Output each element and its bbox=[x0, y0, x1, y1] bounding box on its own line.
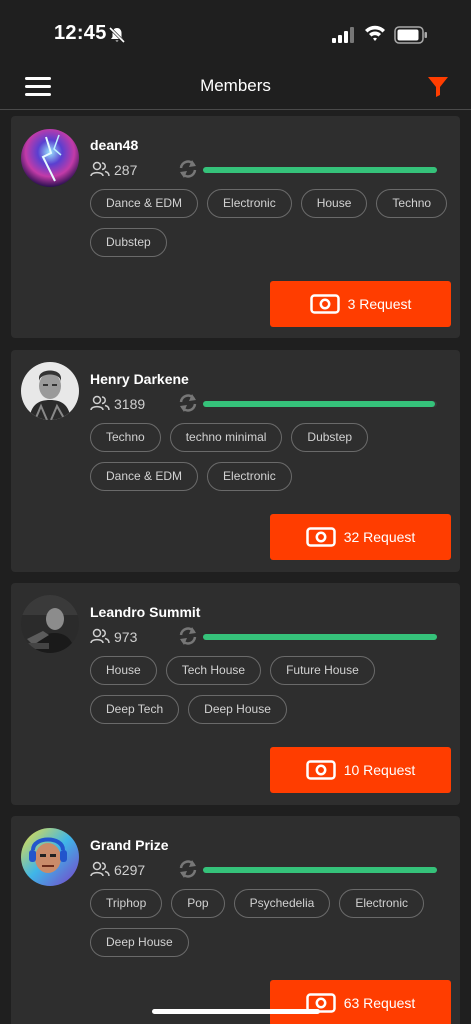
genre-tag[interactable]: Triphop bbox=[90, 889, 163, 918]
genre-tag[interactable]: Future House bbox=[270, 656, 375, 685]
request-label: 10 Request bbox=[343, 762, 416, 778]
progress-bar bbox=[203, 401, 437, 407]
avatar[interactable] bbox=[21, 828, 79, 886]
camera-icon bbox=[309, 294, 340, 314]
genre-tag[interactable]: House bbox=[90, 656, 157, 685]
camera-icon bbox=[305, 527, 336, 547]
genre-tag[interactable]: Deep House bbox=[90, 928, 189, 957]
avatar-image-icon bbox=[21, 129, 79, 187]
refresh-icon[interactable] bbox=[177, 158, 199, 180]
wifi-icon bbox=[365, 25, 385, 41]
users-icon bbox=[90, 628, 110, 644]
progress-fill bbox=[203, 867, 437, 873]
request-button[interactable]: 32 Request bbox=[270, 514, 451, 560]
request-button[interactable]: 3 Request bbox=[270, 281, 451, 327]
member-card[interactable]: dean48 287 Dance & EDM Electronic House … bbox=[11, 116, 460, 338]
genre-tags: Dance & EDM Electronic House Techno Dubs… bbox=[90, 189, 450, 257]
refresh-icon[interactable] bbox=[177, 392, 199, 414]
genre-tag[interactable]: techno minimal bbox=[169, 423, 283, 452]
follower-count: 6297 bbox=[114, 862, 146, 878]
refresh-icon[interactable] bbox=[177, 858, 199, 880]
progress-fill bbox=[203, 634, 437, 640]
genre-tag[interactable]: Dance & EDM bbox=[90, 462, 199, 491]
avatar[interactable] bbox=[21, 595, 79, 653]
genre-tag[interactable]: Pop bbox=[171, 889, 225, 918]
genre-tag[interactable]: Tech House bbox=[165, 656, 262, 685]
cellular-signal-icon bbox=[332, 27, 354, 43]
avatar[interactable] bbox=[21, 129, 79, 187]
genre-tag[interactable]: Electronic bbox=[339, 889, 425, 918]
request-label: 3 Request bbox=[347, 296, 412, 312]
genre-tag[interactable]: Deep Tech bbox=[90, 695, 180, 724]
avatar-image-icon bbox=[21, 828, 79, 886]
genre-tag[interactable]: Electronic bbox=[207, 462, 292, 491]
member-name[interactable]: Henry Darkene bbox=[90, 371, 189, 387]
progress-fill bbox=[203, 167, 437, 173]
genre-tags: Triphop Pop Psychedelia Electronic Deep … bbox=[90, 889, 450, 957]
member-name[interactable]: dean48 bbox=[90, 137, 138, 153]
progress-bar bbox=[203, 167, 437, 173]
member-card[interactable]: Leandro Summit 973 House Tech House Futu… bbox=[11, 583, 460, 805]
users-icon bbox=[90, 395, 110, 411]
page-title: Members bbox=[200, 76, 271, 95]
member-name[interactable]: Grand Prize bbox=[90, 837, 169, 853]
genre-tag[interactable]: Deep House bbox=[188, 695, 287, 724]
genre-tag[interactable]: Dubstep bbox=[291, 423, 369, 452]
bell-muted-icon bbox=[108, 26, 126, 44]
genre-tags: Techno techno minimal Dubstep Dance & ED… bbox=[90, 423, 450, 491]
filter-icon[interactable] bbox=[426, 74, 450, 98]
member-card[interactable]: Henry Darkene 3189 Techno techno minimal… bbox=[11, 350, 460, 572]
refresh-icon[interactable] bbox=[177, 625, 199, 647]
status-time: 12:45 bbox=[54, 22, 107, 44]
members-list[interactable]: dean48 287 Dance & EDM Electronic House … bbox=[11, 111, 460, 1024]
avatar-image-icon bbox=[21, 362, 79, 420]
genre-tag[interactable]: Dubstep bbox=[90, 228, 167, 257]
genre-tag[interactable]: Techno bbox=[376, 189, 448, 218]
app-header: Members bbox=[0, 60, 471, 110]
member-card[interactable]: Grand Prize 6297 Triphop Pop Psychedelia… bbox=[11, 816, 460, 1024]
status-bar: 12:45 bbox=[0, 0, 471, 66]
genre-tag[interactable]: House bbox=[300, 189, 368, 218]
request-label: 63 Request bbox=[343, 995, 416, 1011]
follower-count: 973 bbox=[114, 629, 138, 645]
progress-bar bbox=[203, 867, 437, 873]
request-label: 32 Request bbox=[343, 529, 416, 545]
genre-tags: House Tech House Future House Deep Tech … bbox=[90, 656, 450, 724]
users-icon bbox=[90, 861, 110, 877]
request-button[interactable]: 10 Request bbox=[270, 747, 451, 793]
avatar[interactable] bbox=[21, 362, 79, 420]
home-indicator[interactable] bbox=[152, 1009, 320, 1014]
genre-tag[interactable]: Dance & EDM bbox=[90, 189, 199, 218]
follower-count: 3189 bbox=[114, 396, 146, 412]
battery-icon bbox=[394, 26, 427, 44]
progress-fill bbox=[203, 401, 435, 407]
progress-bar bbox=[203, 634, 437, 640]
avatar-image-icon bbox=[21, 595, 79, 653]
genre-tag[interactable]: Techno bbox=[90, 423, 161, 452]
member-name[interactable]: Leandro Summit bbox=[90, 604, 200, 620]
camera-icon bbox=[305, 760, 336, 780]
request-button[interactable]: 63 Request bbox=[270, 980, 451, 1024]
genre-tag[interactable]: Electronic bbox=[207, 189, 292, 218]
genre-tag[interactable]: Psychedelia bbox=[233, 889, 331, 918]
follower-count: 287 bbox=[114, 162, 138, 178]
users-icon bbox=[90, 161, 110, 177]
